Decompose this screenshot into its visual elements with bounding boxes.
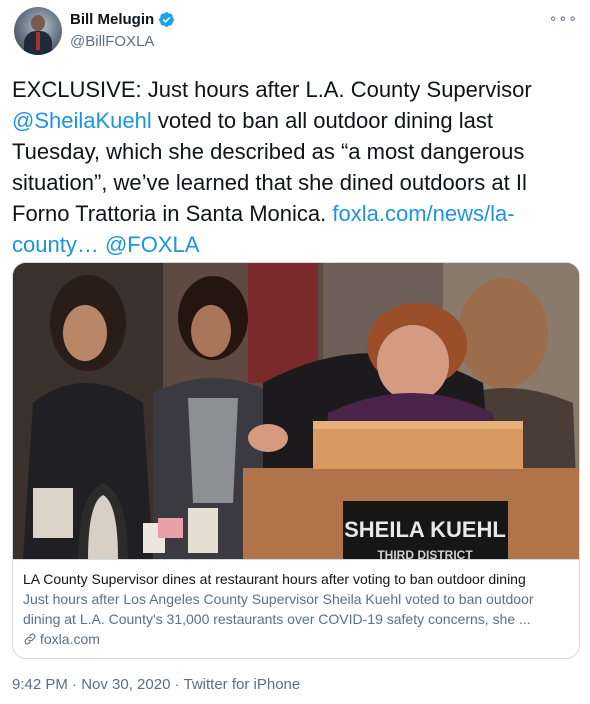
author-display-name[interactable]: Bill Melugin: [70, 11, 154, 28]
card-domain-text[interactable]: foxla.com: [40, 629, 100, 649]
tweet-meta: 9:42 PM · Nov 30, 2020 · Twitter for iPh…: [12, 676, 300, 693]
card-description: Just hours after Los Angeles County Supe…: [23, 591, 534, 627]
mention-foxla[interactable]: @FOXLA: [105, 232, 199, 257]
tweet-text: EXCLUSIVE: Just hours after L.A. County …: [12, 74, 572, 260]
link-icon: [24, 633, 36, 645]
placard-subtitle: THIRD DISTRICT: [377, 548, 473, 559]
card-domain[interactable]: foxla.com: [23, 629, 569, 649]
avatar[interactable]: [14, 7, 62, 55]
card-info[interactable]: LA County Supervisor dines at restaurant…: [13, 559, 579, 658]
author-name-row[interactable]: Bill Melugin: [70, 11, 175, 28]
link-preview-card[interactable]: SHEILA KUEHL THIRD DISTRICT LA County Su…: [12, 262, 580, 659]
meta-separator: ·: [170, 676, 184, 693]
placard-name: SHEILA KUEHL: [344, 517, 506, 542]
mention-sheilakuehl[interactable]: @SheilaKuehl: [12, 108, 152, 133]
article-photo-illustration: SHEILA KUEHL THIRD DISTRICT: [13, 263, 579, 559]
card-title[interactable]: LA County Supervisor dines at restaurant…: [23, 569, 569, 589]
author-handle[interactable]: @BillFOXLA: [70, 33, 154, 50]
tweet-source[interactable]: Twitter for iPhone: [184, 676, 301, 693]
tweet-text-prefix: EXCLUSIVE: Just hours after L.A. County …: [12, 77, 532, 102]
more-options-icon[interactable]: ∘∘∘: [549, 10, 578, 27]
article-photo[interactable]: SHEILA KUEHL THIRD DISTRICT: [13, 263, 579, 559]
tweet: Bill Melugin @BillFOXLA ∘∘∘ EXCLUSIVE: J…: [0, 0, 590, 704]
verified-badge-icon: [159, 12, 175, 27]
tweet-timestamp[interactable]: 9:42 PM · Nov 30, 2020: [12, 676, 170, 693]
